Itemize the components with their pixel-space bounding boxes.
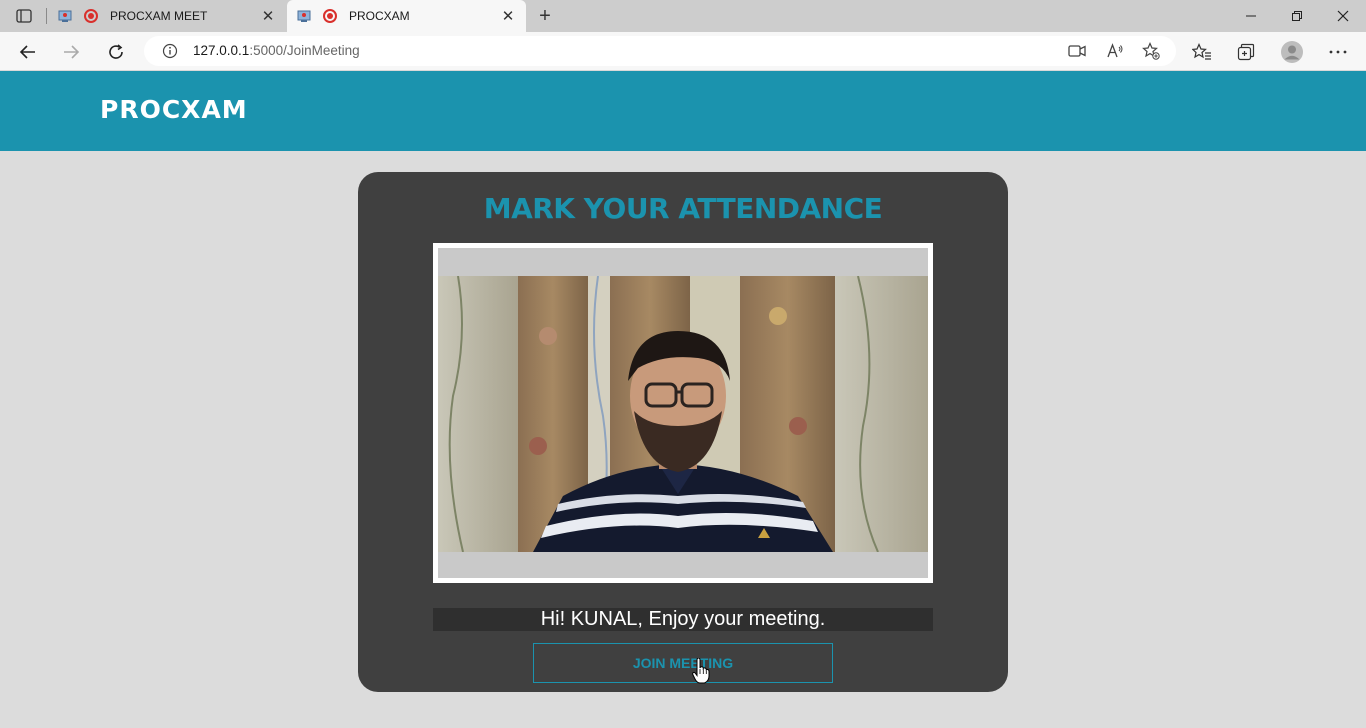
- close-icon[interactable]: ✕: [498, 6, 518, 26]
- collections-icon[interactable]: [1232, 38, 1260, 66]
- hand-cursor-icon: [692, 657, 710, 684]
- site-info-icon[interactable]: [162, 43, 178, 59]
- tab-title: PROCXAM: [349, 9, 410, 23]
- recording-icon: [323, 9, 337, 23]
- browser-toolbar: 127.0.0.1:5000/JoinMeeting: [0, 32, 1366, 71]
- tab-procxam[interactable]: PROCXAM ✕: [287, 0, 526, 32]
- close-icon[interactable]: ✕: [258, 6, 278, 26]
- camera-icon[interactable]: [1067, 41, 1087, 61]
- url-text: 127.0.0.1:5000/JoinMeeting: [193, 43, 360, 58]
- site-favicon-icon: [58, 9, 72, 23]
- browser-tab-bar: PROCXAM MEET ✕ PROCXAM ✕ +: [0, 0, 1366, 32]
- more-options-icon[interactable]: [1324, 38, 1352, 66]
- favorites-icon[interactable]: [1188, 38, 1216, 66]
- forward-icon[interactable]: [57, 38, 85, 66]
- tab-actions-icon[interactable]: [12, 6, 36, 26]
- window-close-icon[interactable]: [1320, 0, 1366, 32]
- minimize-icon[interactable]: [1228, 0, 1274, 32]
- tab-separator: [46, 8, 47, 24]
- webcam-video: [438, 248, 928, 578]
- add-favorite-icon[interactable]: [1141, 41, 1161, 61]
- webcam-feed-image: [438, 276, 928, 552]
- page-title: MARK YOUR ATTENDANCE: [483, 192, 883, 225]
- new-tab-icon[interactable]: +: [534, 5, 556, 27]
- read-aloud-icon[interactable]: [1105, 41, 1125, 61]
- address-bar[interactable]: 127.0.0.1:5000/JoinMeeting: [144, 36, 1176, 66]
- url-host: 127.0.0.1: [193, 43, 250, 58]
- webcam-frame: [433, 243, 933, 583]
- site-favicon-icon: [297, 9, 311, 23]
- refresh-icon[interactable]: [102, 38, 130, 66]
- profile-avatar-icon[interactable]: [1278, 38, 1306, 66]
- brand-logo[interactable]: PROCXAM: [100, 95, 248, 124]
- recording-icon: [84, 9, 98, 23]
- attendance-card: MARK YOUR ATTENDANCE Hi! KUNAL, Enjoy yo…: [358, 172, 1008, 692]
- tab-title: PROCXAM MEET: [110, 9, 208, 23]
- greeting-message: Hi! KUNAL, Enjoy your meeting.: [433, 608, 933, 631]
- restore-icon[interactable]: [1274, 0, 1320, 32]
- site-header: PROCXAM: [0, 71, 1366, 151]
- join-meeting-button[interactable]: JOIN MEETING: [533, 643, 833, 683]
- back-icon[interactable]: [14, 38, 42, 66]
- tab-procxam-meet[interactable]: PROCXAM MEET ✕: [48, 0, 286, 32]
- url-path: :5000/JoinMeeting: [249, 43, 360, 58]
